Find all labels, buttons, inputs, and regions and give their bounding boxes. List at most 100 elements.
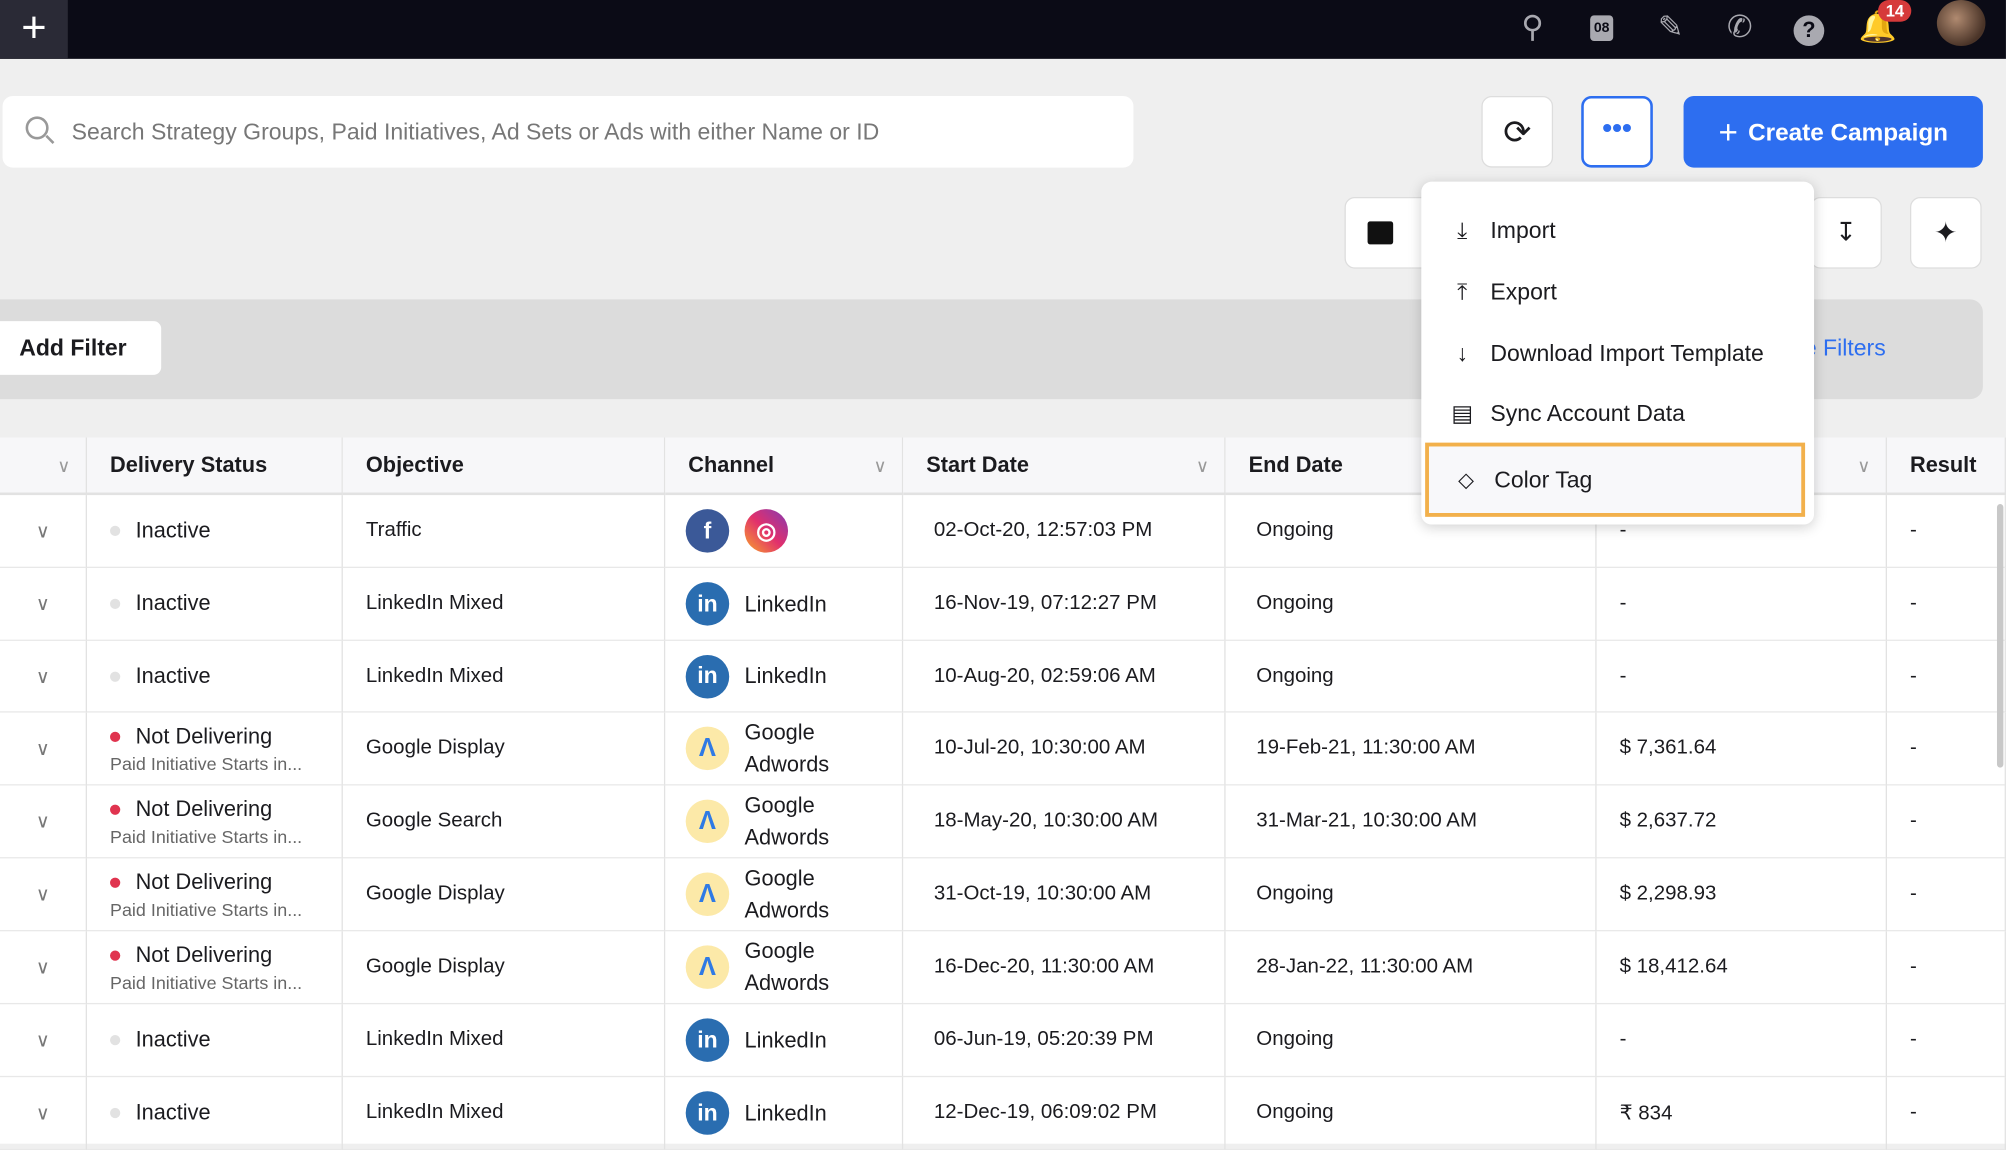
result-cell: - (1886, 858, 2006, 932)
menu-item-color-tag[interactable]: ⬦ Color Tag (1425, 442, 1806, 517)
channel-cell: Λ Google Adwords (665, 712, 904, 786)
objective-text: LinkedIn Mixed (365, 664, 504, 687)
adwords-icon: Λ (685, 945, 730, 989)
start-date-cell: 16-Nov-19, 07:12:27 PM (903, 568, 1226, 641)
plus-icon[interactable]: + (0, 0, 68, 59)
linkedin-icon: in (685, 582, 730, 626)
objective-cell: LinkedIn Mixed (342, 1004, 666, 1078)
expand-row-toggle[interactable]: ∨ (0, 1077, 87, 1150)
expand-row-toggle[interactable]: ∨ (0, 640, 87, 713)
more-options-menu: ⤓ Import ⤒ Export ↓ Download Import Template ▤… (1421, 181, 1815, 525)
amount-text: $ 2,637.72 (1619, 809, 1717, 832)
chevron-down-icon[interactable]: ∨ (1857, 438, 1870, 494)
expand-row-toggle[interactable]: ∨ (0, 568, 87, 641)
export-icon: ⤒ (1457, 278, 1468, 304)
amount-cell: $ 18,412.64 (1596, 931, 1887, 1005)
help-icon[interactable]: ? (1788, 8, 1829, 49)
start-date-cell: 10-Jul-20, 10:30:00 AM (903, 712, 1226, 786)
end-date-cell: Ongoing (1225, 1077, 1597, 1150)
add-filter-button[interactable]: Add Filter (0, 321, 162, 375)
result-text: - (1909, 736, 1917, 759)
magic-wand-button[interactable]: ✦ (1909, 197, 1982, 269)
status-text: Inactive (135, 1100, 211, 1125)
status-text: Inactive (135, 591, 211, 616)
status-dot (110, 950, 121, 961)
result-text: - (1909, 809, 1917, 832)
status-subtext: Paid Initiative Starts in... (110, 898, 303, 920)
column-header[interactable]: Objective (342, 437, 666, 496)
expand-row-toggle[interactable]: ∨ (0, 712, 87, 786)
objective-cell: LinkedIn Mixed (342, 640, 666, 713)
menu-item-sync-account-data[interactable]: ▤ Sync Account Data (1421, 384, 1814, 443)
expand-row-toggle[interactable]: ∨ (0, 931, 87, 1005)
end-date-cell: 28-Jan-22, 11:30:00 AM (1225, 931, 1597, 1005)
search-input[interactable] (69, 111, 1098, 153)
avatar[interactable] (1936, 0, 1986, 47)
result-cell: - (1886, 785, 2006, 859)
column-header[interactable]: Start Date ∨ (903, 437, 1226, 496)
objective-text: LinkedIn Mixed (365, 1101, 504, 1124)
delivery-status-cell: Inactive (86, 495, 343, 569)
column-header[interactable]: Channel ∨ (665, 437, 904, 496)
search-icon (25, 116, 49, 140)
objective-cell: Google Display (342, 712, 666, 786)
objective-text: LinkedIn Mixed (365, 592, 504, 615)
chevron-down-icon[interactable]: ∨ (57, 438, 70, 494)
pencil-icon[interactable]: ✎ (1650, 8, 1691, 49)
column-header[interactable]: Result (1886, 437, 2006, 496)
menu-item-download-import-template[interactable]: ↓ Download Import Template (1421, 324, 1814, 383)
refresh-button[interactable]: ⟳ (1481, 95, 1554, 168)
channel-cell: Λ Google Adwords (665, 931, 904, 1005)
channel-cell: in LinkedIn (665, 1004, 904, 1078)
chevron-down-icon: ∨ (35, 520, 50, 543)
amount-text: - (1619, 1028, 1627, 1051)
objective-cell: Google Search (342, 785, 666, 859)
expand-row-toggle[interactable]: ∨ (0, 785, 87, 859)
chevron-down-icon: ∨ (35, 1029, 50, 1052)
status-text: Inactive (135, 518, 211, 543)
search-bar[interactable] (2, 95, 1134, 168)
delivery-status-cell: Not Delivering Paid Initiative Starts in.… (86, 858, 343, 932)
objective-text: Google Search (365, 809, 503, 832)
channel-label: Google Adwords (744, 866, 830, 923)
amount-text: ₹ 834 (1619, 1102, 1673, 1125)
result-text: - (1909, 592, 1917, 615)
create-campaign-button[interactable]: + Create Campaign (1683, 95, 1983, 168)
notification-badge: 14 (1878, 0, 1912, 22)
linkedin-icon: in (685, 654, 730, 698)
expand-row-toggle[interactable]: ∨ (0, 1004, 87, 1078)
amount-text: - (1619, 592, 1627, 615)
delivery-status-cell: Not Delivering Paid Initiative Starts in.… (86, 785, 343, 859)
chevron-down-icon[interactable]: ∨ (1196, 438, 1209, 494)
expand-row-toggle[interactable]: ∨ (0, 858, 87, 932)
start-date-cell: 16-Dec-20, 11:30:00 AM (903, 931, 1226, 1005)
end-date-cell: Ongoing (1225, 858, 1597, 932)
expand-row-toggle[interactable]: ∨ (0, 495, 87, 569)
result-cell: - (1886, 1077, 2006, 1150)
channel-cell: Λ Google Adwords (665, 785, 904, 859)
status-subtext: Paid Initiative Starts in... (110, 825, 303, 847)
amount-text: - (1619, 664, 1627, 687)
more-options-button[interactable]: ••• (1581, 95, 1653, 168)
menu-item-import[interactable]: ⤓ Import (1421, 201, 1814, 260)
calendar-icon[interactable]: 08 (1581, 8, 1622, 49)
objective-text: LinkedIn Mixed (365, 1028, 504, 1051)
columns-button[interactable]: ↧ (1810, 197, 1882, 269)
channel-label: LinkedIn (744, 1100, 827, 1126)
tag-icon: ⬦ (1458, 466, 1475, 492)
scrollbar[interactable] (1996, 504, 2004, 768)
channel-cell: Λ Google Adwords (665, 858, 904, 932)
column-header[interactable]: ∨ (0, 437, 87, 496)
chevron-down-icon[interactable]: ∨ (873, 438, 886, 494)
amount-cell: - (1596, 640, 1887, 713)
menu-item-export[interactable]: ⤒ Export (1421, 262, 1814, 321)
objective-cell: LinkedIn Mixed (342, 568, 666, 641)
phone-icon[interactable]: ✆ (1719, 8, 1760, 49)
start-date-cell: 02-Oct-20, 12:57:03 PM (903, 495, 1226, 569)
column-header[interactable]: Delivery Status (86, 437, 343, 496)
chevron-down-icon: ∨ (35, 738, 50, 760)
channel-label: LinkedIn (744, 1027, 827, 1053)
search-icon[interactable]: ⚲ (1512, 8, 1553, 49)
columns-icon: ↧ (1835, 218, 1857, 247)
top-bar (0, 0, 2006, 59)
